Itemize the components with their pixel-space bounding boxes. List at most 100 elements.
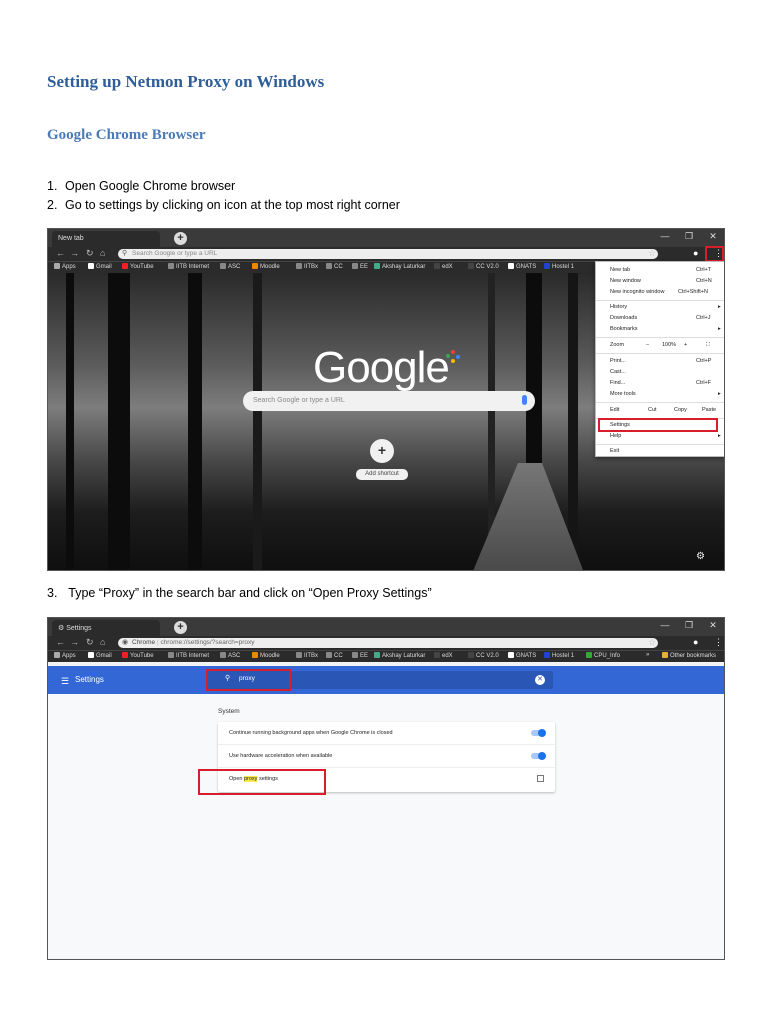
step-number: 3.: [47, 586, 58, 600]
back-arrow-icon[interactable]: ←: [56, 248, 65, 258]
step-3: 3. Type “Proxy” in the search bar and cl…: [47, 586, 432, 600]
reload-icon[interactable]: ↻: [86, 637, 94, 648]
bookmark-item[interactable]: Hostel 1: [544, 263, 574, 270]
add-shortcut-label[interactable]: Add shortcut: [356, 469, 408, 480]
bookmark-item[interactable]: Moodle: [252, 652, 280, 659]
menu-item-print[interactable]: Print... Ctrl+P: [610, 358, 711, 364]
menu-item-more-tools[interactable]: More tools ▸: [610, 391, 721, 397]
clear-search-icon[interactable]: ✕: [535, 675, 545, 685]
plus-icon[interactable]: +: [174, 232, 187, 245]
maximize-icon[interactable]: ❐: [679, 231, 699, 242]
omnibox[interactable]: ◉ Chrome | chrome://settings/?search=pro…: [118, 638, 658, 648]
back-arrow-icon[interactable]: ←: [56, 637, 65, 647]
menu-item-incognito[interactable]: New incognito window Ctrl+Shift+N: [610, 289, 708, 295]
bookmark-item[interactable]: ASC: [220, 263, 240, 270]
search-box[interactable]: Search Google or type a URL: [243, 391, 535, 411]
chrome-icon: ◉: [122, 639, 129, 646]
reload-icon[interactable]: ↻: [86, 248, 94, 259]
bookmark-item[interactable]: Apps: [54, 263, 76, 270]
star-icon[interactable]: ☆: [648, 637, 656, 648]
menu-item-zoom: Zoom − 100% + ⛶: [610, 342, 710, 348]
bookmark-item[interactable]: CC V2.0: [468, 652, 499, 659]
more-menu-icon[interactable]: ⋮: [714, 637, 723, 648]
bookmark-item[interactable]: EE: [352, 263, 368, 270]
bookmark-item[interactable]: ASC: [220, 652, 240, 659]
forward-arrow-icon[interactable]: →: [70, 637, 79, 647]
bookmark-item[interactable]: IITB Internet: [168, 652, 209, 659]
gear-icon[interactable]: ⚙: [696, 551, 705, 562]
bookmark-item[interactable]: GNATS: [508, 652, 536, 659]
bookmark-folder-other[interactable]: Other bookmarks: [662, 652, 716, 659]
zoom-in-button[interactable]: +: [684, 342, 687, 348]
bookmark-item[interactable]: CC V2.0: [468, 263, 499, 270]
settings-content: System Continue running background apps …: [48, 694, 724, 959]
maximize-icon[interactable]: ❐: [679, 620, 699, 631]
toggle-switch[interactable]: [531, 729, 546, 737]
bookmark-item[interactable]: Gmail: [88, 263, 112, 270]
menu-item-bookmarks[interactable]: Bookmarks ▸: [610, 326, 721, 332]
bookmark-item[interactable]: YouTube: [122, 263, 154, 270]
forward-arrow-icon[interactable]: →: [70, 248, 79, 258]
add-shortcut-plus-icon[interactable]: +: [370, 439, 394, 463]
home-icon[interactable]: ⌂: [100, 637, 105, 647]
setting-row-hardware-acceleration[interactable]: Use hardware acceleration when available: [218, 745, 555, 768]
bookmark-item[interactable]: CC: [326, 263, 343, 270]
bookmark-item[interactable]: EE: [352, 652, 368, 659]
plus-icon[interactable]: +: [174, 621, 187, 634]
menu-item-cast[interactable]: Cast...: [610, 369, 626, 375]
account-icon[interactable]: ●: [693, 248, 698, 258]
close-icon[interactable]: ✕: [703, 231, 723, 242]
menu-item-history[interactable]: History ▸: [610, 304, 721, 310]
gear-icon: ⚙: [58, 625, 67, 632]
tab-settings[interactable]: ⚙ Settings: [52, 620, 160, 636]
zoom-out-button[interactable]: −: [646, 342, 649, 348]
bookmark-item[interactable]: CC: [326, 652, 343, 659]
setting-row-background-apps[interactable]: Continue running background apps when Go…: [218, 722, 555, 745]
bookmark-item[interactable]: Akshay Laturkar: [374, 652, 425, 659]
bookmark-item[interactable]: edX: [434, 263, 453, 270]
omnibox-placeholder: Search Google or type a URL: [132, 250, 218, 257]
bookmarks-overflow[interactable]: »: [646, 652, 649, 658]
menu-item-downloads[interactable]: Downloads Ctrl+J: [610, 315, 711, 321]
menu-item-find[interactable]: Find... Ctrl+F: [610, 380, 711, 386]
bookmark-item[interactable]: IITB Internet: [168, 263, 209, 270]
menu-item-new-window[interactable]: New window Ctrl+N: [610, 278, 712, 284]
paste-button[interactable]: Paste: [702, 407, 716, 413]
fullscreen-icon[interactable]: ⛶: [706, 342, 710, 349]
menu-item-help[interactable]: Help ▸: [610, 433, 721, 439]
bookmark-item[interactable]: IITBx: [296, 263, 318, 270]
tab-new-tab[interactable]: New tab: [52, 231, 160, 247]
bookmark-item[interactable]: GNATS: [508, 263, 536, 270]
bookmark-item[interactable]: Apps: [54, 652, 76, 659]
toggle-switch[interactable]: [531, 752, 546, 760]
bookmark-item[interactable]: CPU_Info: [586, 652, 620, 659]
minimize-icon[interactable]: —: [655, 620, 675, 630]
bookmark-item[interactable]: YouTube: [122, 652, 154, 659]
copy-button[interactable]: Copy: [674, 407, 687, 413]
home-icon[interactable]: ⌂: [100, 248, 105, 258]
step-1: 1. Open Google Chrome browser: [47, 179, 235, 193]
bookmark-item[interactable]: Akshay Laturkar: [374, 263, 425, 270]
close-icon[interactable]: ✕: [703, 620, 723, 631]
bookmark-item[interactable]: edX: [434, 652, 453, 659]
settings-title: Settings: [75, 675, 104, 684]
url-prefix: Chrome: [132, 639, 156, 646]
microphone-icon[interactable]: [522, 395, 527, 405]
toolbar: ← → ↻ ⌂ ⚲ Search Google or type a URL ☆ …: [48, 247, 724, 261]
hamburger-menu-icon[interactable]: ☰: [61, 676, 69, 687]
omnibox[interactable]: ⚲ Search Google or type a URL: [118, 249, 658, 259]
zoom-level: 100%: [662, 342, 677, 348]
menu-item-exit[interactable]: Exit: [610, 448, 619, 454]
bookmark-item[interactable]: Gmail: [88, 652, 112, 659]
bookmark-item[interactable]: Hostel 1: [544, 652, 574, 659]
bookmark-item[interactable]: Moodle: [252, 263, 280, 270]
menu-item-new-tab[interactable]: New tab Ctrl+T: [610, 267, 711, 273]
external-link-icon[interactable]: [537, 775, 544, 782]
tab-strip: ⚙ Settings + — ❐ ✕: [48, 618, 724, 636]
minimize-icon[interactable]: —: [655, 231, 675, 241]
account-icon[interactable]: ●: [693, 637, 698, 647]
bookmark-item[interactable]: IITBx: [296, 652, 318, 659]
cut-button[interactable]: Cut: [648, 407, 657, 413]
chrome-newtab-screenshot: New tab + — ❐ ✕ ← → ↻ ⌂ ⚲ Search Google …: [47, 228, 725, 571]
star-icon[interactable]: ☆: [648, 248, 656, 259]
